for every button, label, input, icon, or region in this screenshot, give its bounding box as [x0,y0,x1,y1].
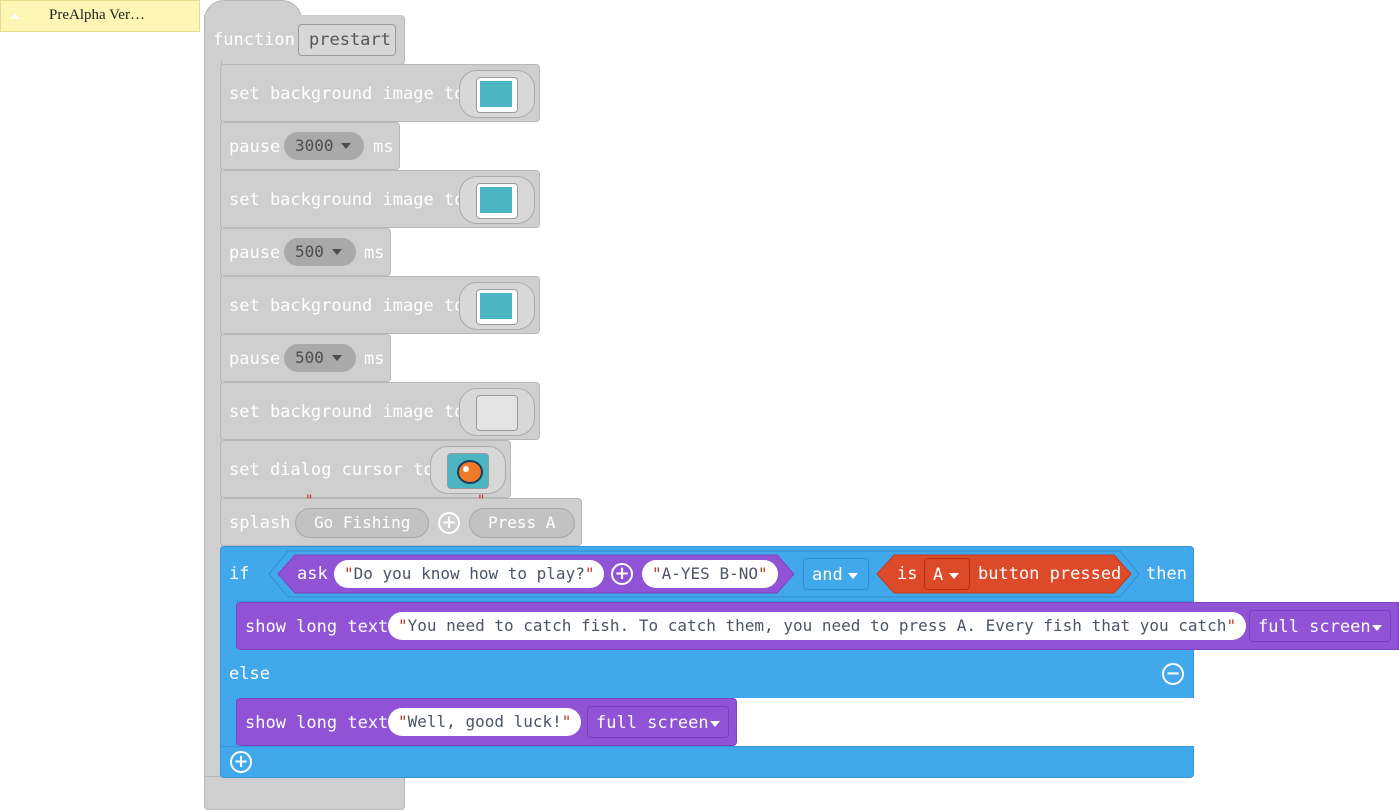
ask-answer: A-YES B-NO [661,564,758,583]
function-keyword: function [213,30,295,50]
and-label: and [812,565,843,585]
splash-title-field[interactable]: Go Fishing [295,508,429,538]
set-background-block[interactable]: set background image to [220,382,540,440]
set-background-label: set background image to [229,296,465,316]
quote-mark: " [398,616,408,635]
splash-subtitle: Press A [488,513,556,532]
pause-block[interactable]: pause 500 ms [220,334,391,382]
if-label: if [229,564,250,584]
image-picker[interactable] [459,176,535,224]
add-icon[interactable]: + [611,563,633,585]
dialog-layout-label: full screen [596,713,709,733]
fish-image-thumbnail [447,453,489,489]
then-label: then [1146,564,1187,584]
set-background-label: set background image to [229,190,465,210]
image-picker[interactable] [459,70,535,118]
set-background-block[interactable]: set background image to [220,276,540,334]
dialog-layout-dropdown[interactable]: full screen [1249,610,1391,642]
quote-mark: " [477,493,486,509]
add-branch-icon[interactable]: + [230,751,252,773]
button-value: A [933,565,944,585]
image-picker[interactable] [430,446,506,494]
long-text-field[interactable]: "You need to catch fish. To catch them, … [388,612,1247,640]
toolbox-category[interactable]: PreAlpha Ver… [0,0,200,32]
quote-mark: " [584,564,595,583]
set-background-label: set background image to [229,84,465,104]
if-block-footer [220,746,1194,778]
ask-question-field[interactable]: "Do you know how to play?" [334,560,605,588]
blank-image-thumbnail [476,395,518,431]
quote-mark: " [757,564,768,583]
else-row[interactable] [220,650,1194,698]
and-dropdown[interactable]: and [803,558,869,590]
chevron-down-icon [1372,625,1382,631]
pause-value: 500 [295,242,324,261]
ms-label: ms [364,349,385,369]
pause-value: 3000 [295,136,334,155]
splash-block[interactable]: splash Go Fishing " + Press A " [220,493,582,546]
set-dialog-cursor-label: set dialog cursor to [229,460,434,480]
quote-mark: " [344,564,354,583]
set-dialog-cursor-block[interactable]: set dialog cursor to [220,440,511,498]
chevron-down-icon [332,249,342,255]
collapse-icon [10,13,20,19]
dialog-layout-dropdown[interactable]: full screen [587,706,729,738]
is-label: is [897,564,918,584]
function-name: prestart [309,30,391,50]
image-picker[interactable] [459,282,535,330]
image-thumbnail [476,77,518,113]
long-text-value: You need to catch fish. To catch them, y… [407,616,1227,635]
pause-duration-dropdown[interactable]: 500 [284,344,356,372]
button-dropdown[interactable]: A [924,558,970,590]
set-background-block[interactable]: set background image to [220,170,540,228]
ask-answer-field[interactable]: "A-YES B-NO" [642,560,778,588]
show-long-text-block[interactable]: show long text "You need to catch fish. … [236,602,1399,650]
quote-mark: " [1226,616,1237,635]
pause-label: pause [229,137,281,157]
quote-mark: " [561,712,572,731]
show-long-text-label: show long text [245,617,389,637]
chevron-down-icon [341,143,351,149]
chevron-down-icon [710,721,720,727]
splash-title: Go Fishing [314,513,411,532]
quote-mark: " [398,712,408,731]
quote-mark: " [305,493,314,509]
ask-question: Do you know how to play? [353,564,585,583]
quote-mark: " [652,564,662,583]
pause-label: pause [229,349,281,369]
chevron-down-icon [848,573,858,579]
pause-block[interactable]: pause 500 ms [220,228,391,276]
pause-duration-dropdown[interactable]: 500 [284,238,356,266]
function-footer [204,776,405,810]
pause-label: pause [229,243,281,263]
show-long-text-label: show long text [245,713,389,733]
chevron-down-icon [949,573,959,579]
set-background-label: set background image to [229,402,465,422]
show-long-text-block[interactable]: show long text "Well, good luck!" full s… [236,698,737,746]
function-name-field[interactable]: prestart [298,24,396,56]
ms-label: ms [364,243,385,263]
dialog-layout-label: full screen [1258,617,1371,637]
else-label: else [229,664,270,684]
toolbox-label: PreAlpha Ver… [49,7,145,23]
remove-else-icon[interactable]: − [1162,663,1184,685]
ask-label: ask [297,564,328,584]
pause-duration-dropdown[interactable]: 3000 [284,132,364,160]
splash-label: splash [229,513,291,533]
add-icon[interactable]: + [438,512,460,534]
long-text-field[interactable]: "Well, good luck!" [388,708,582,736]
ms-label: ms [373,137,394,157]
button-pressed-label: button pressed [978,564,1122,584]
splash-subtitle-field[interactable]: Press A [469,508,575,538]
image-picker[interactable] [459,388,535,436]
set-background-block[interactable]: set background image to [220,64,540,122]
image-thumbnail [476,183,518,219]
chevron-down-icon [332,355,342,361]
image-thumbnail [476,289,518,325]
long-text-value: Well, good luck! [407,712,562,731]
pause-block[interactable]: pause 3000 ms [220,122,400,170]
pause-value: 500 [295,348,324,367]
